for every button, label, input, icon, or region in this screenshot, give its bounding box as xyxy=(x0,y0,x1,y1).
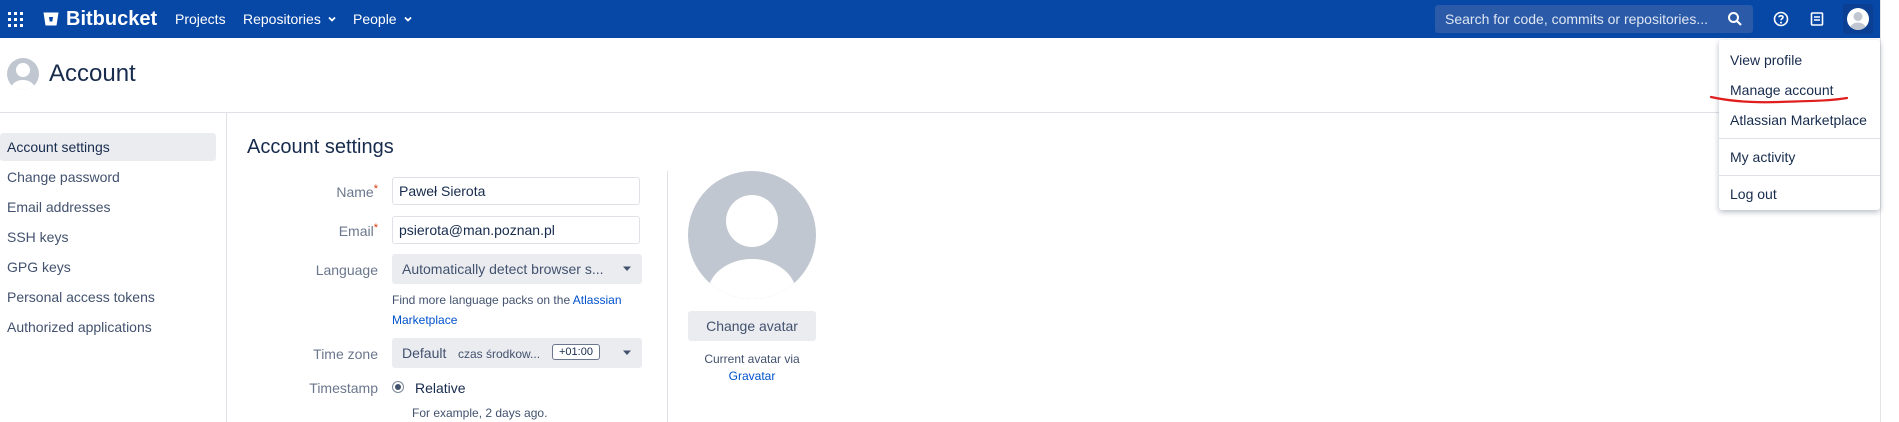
bitbucket-icon xyxy=(43,12,59,26)
help-icon[interactable] xyxy=(1773,11,1789,27)
menu-divider xyxy=(1719,175,1880,176)
gravatar-link[interactable]: Gravatar xyxy=(729,369,776,383)
timezone-offset-badge: +01:00 xyxy=(552,344,600,360)
red-underline-annotation xyxy=(1709,95,1849,104)
sidebar-divider xyxy=(226,113,227,422)
sidebar-item-label: Authorized applications xyxy=(7,319,152,335)
required-mark: * xyxy=(373,222,378,234)
sidebar-item-label: GPG keys xyxy=(7,259,71,275)
sidebar-item-email-addresses[interactable]: Email addresses xyxy=(0,193,216,221)
nav-repositories[interactable]: Repositories xyxy=(243,11,337,27)
sidebar-item-label: Email addresses xyxy=(7,199,111,215)
search-input[interactable]: Search for code, commits or repositories… xyxy=(1435,5,1753,33)
nav-repositories-label: Repositories xyxy=(243,11,321,27)
menu-item-view-profile[interactable]: View profile xyxy=(1730,52,1802,68)
user-silhouette-icon xyxy=(708,195,796,299)
name-label-text: Name xyxy=(336,184,374,200)
nav-projects[interactable]: Projects xyxy=(175,11,226,27)
brand-name: Bitbucket xyxy=(66,7,158,30)
name-label: Name* xyxy=(248,183,378,200)
language-selected-value: Automatically detect browser s... xyxy=(402,261,604,277)
caret-down-icon xyxy=(623,350,631,355)
nav-people-label: People xyxy=(353,11,397,27)
search-placeholder: Search for code, commits or repositories… xyxy=(1445,11,1708,27)
menu-item-my-activity[interactable]: My activity xyxy=(1730,149,1795,165)
scrollbar-thumb[interactable] xyxy=(1884,0,1896,422)
email-label-text: Email xyxy=(338,223,374,239)
timestamp-example: For example, 2 days ago. xyxy=(412,406,548,420)
timestamp-relative-radio[interactable] xyxy=(392,381,404,393)
user-menu-dropdown: View profile Manage account Atlassian Ma… xyxy=(1719,40,1880,210)
section-heading: Account settings xyxy=(247,136,394,158)
page-header: Account xyxy=(0,38,1880,113)
email-field[interactable] xyxy=(392,216,640,244)
avatar xyxy=(1847,8,1869,30)
timezone-select[interactable]: Default czas środkow... +01:00 xyxy=(392,338,642,368)
menu-divider xyxy=(1719,138,1880,139)
avatar xyxy=(7,58,39,90)
sidebar-item-change-password[interactable]: Change password xyxy=(0,163,216,191)
sidebar-item-account-settings[interactable]: Account settings xyxy=(0,133,216,161)
caret-down-icon xyxy=(623,266,631,271)
language-select[interactable]: Automatically detect browser s... xyxy=(392,254,642,284)
column-divider xyxy=(667,171,668,422)
top-navigation-bar: Bitbucket Projects Repositories People S… xyxy=(0,0,1880,38)
timestamp-relative-label[interactable]: Relative xyxy=(415,380,466,396)
user-silhouette-icon xyxy=(1850,12,1866,30)
timestamp-label: Timestamp xyxy=(309,380,378,396)
chevron-down-icon xyxy=(403,16,412,22)
name-field[interactable] xyxy=(392,177,640,205)
user-silhouette-icon xyxy=(11,63,35,90)
sidebar-item-gpg-keys[interactable]: GPG keys xyxy=(0,253,216,281)
search-icon[interactable] xyxy=(1727,11,1743,27)
bitbucket-logo-link[interactable]: Bitbucket xyxy=(43,7,157,31)
language-label: Language xyxy=(315,262,378,278)
avatar-note-prefix: Current avatar via xyxy=(704,352,800,366)
window-scrollbar[interactable] xyxy=(1880,0,1899,422)
menu-item-log-out[interactable]: Log out xyxy=(1730,186,1777,202)
sidebar-item-label: SSH keys xyxy=(7,229,69,245)
timezone-default: Default xyxy=(402,345,447,361)
sidebar-item-authorized-applications[interactable]: Authorized applications xyxy=(0,313,216,341)
user-avatar-button[interactable] xyxy=(1843,4,1873,34)
page-title: Account xyxy=(49,60,136,87)
sidebar-item-label: Personal access tokens xyxy=(7,289,155,305)
notifications-icon[interactable] xyxy=(1809,11,1825,27)
language-help-prefix: Find more language packs on the xyxy=(392,293,573,307)
avatar-source-note: Current avatar via Gravatar xyxy=(688,351,816,385)
sidebar-item-label: Change password xyxy=(7,169,120,185)
timezone-name: czas środkow... xyxy=(458,347,541,361)
menu-item-atlassian-marketplace[interactable]: Atlassian Marketplace xyxy=(1730,112,1867,128)
app-switcher-icon[interactable] xyxy=(8,12,24,28)
nav-people[interactable]: People xyxy=(353,11,413,27)
sidebar-item-label: Account settings xyxy=(7,139,110,155)
email-label: Email* xyxy=(248,222,378,239)
sidebar-item-personal-access-tokens[interactable]: Personal access tokens xyxy=(0,283,216,311)
timezone-label: Time zone xyxy=(313,346,378,362)
sidebar-item-ssh-keys[interactable]: SSH keys xyxy=(0,223,216,251)
avatar xyxy=(688,171,816,299)
language-help-text: Find more language packs on the Atlassia… xyxy=(392,290,642,330)
required-mark: * xyxy=(373,183,378,195)
change-avatar-button[interactable]: Change avatar xyxy=(688,311,816,341)
chevron-down-icon xyxy=(328,16,336,22)
nav-projects-label: Projects xyxy=(175,11,226,27)
